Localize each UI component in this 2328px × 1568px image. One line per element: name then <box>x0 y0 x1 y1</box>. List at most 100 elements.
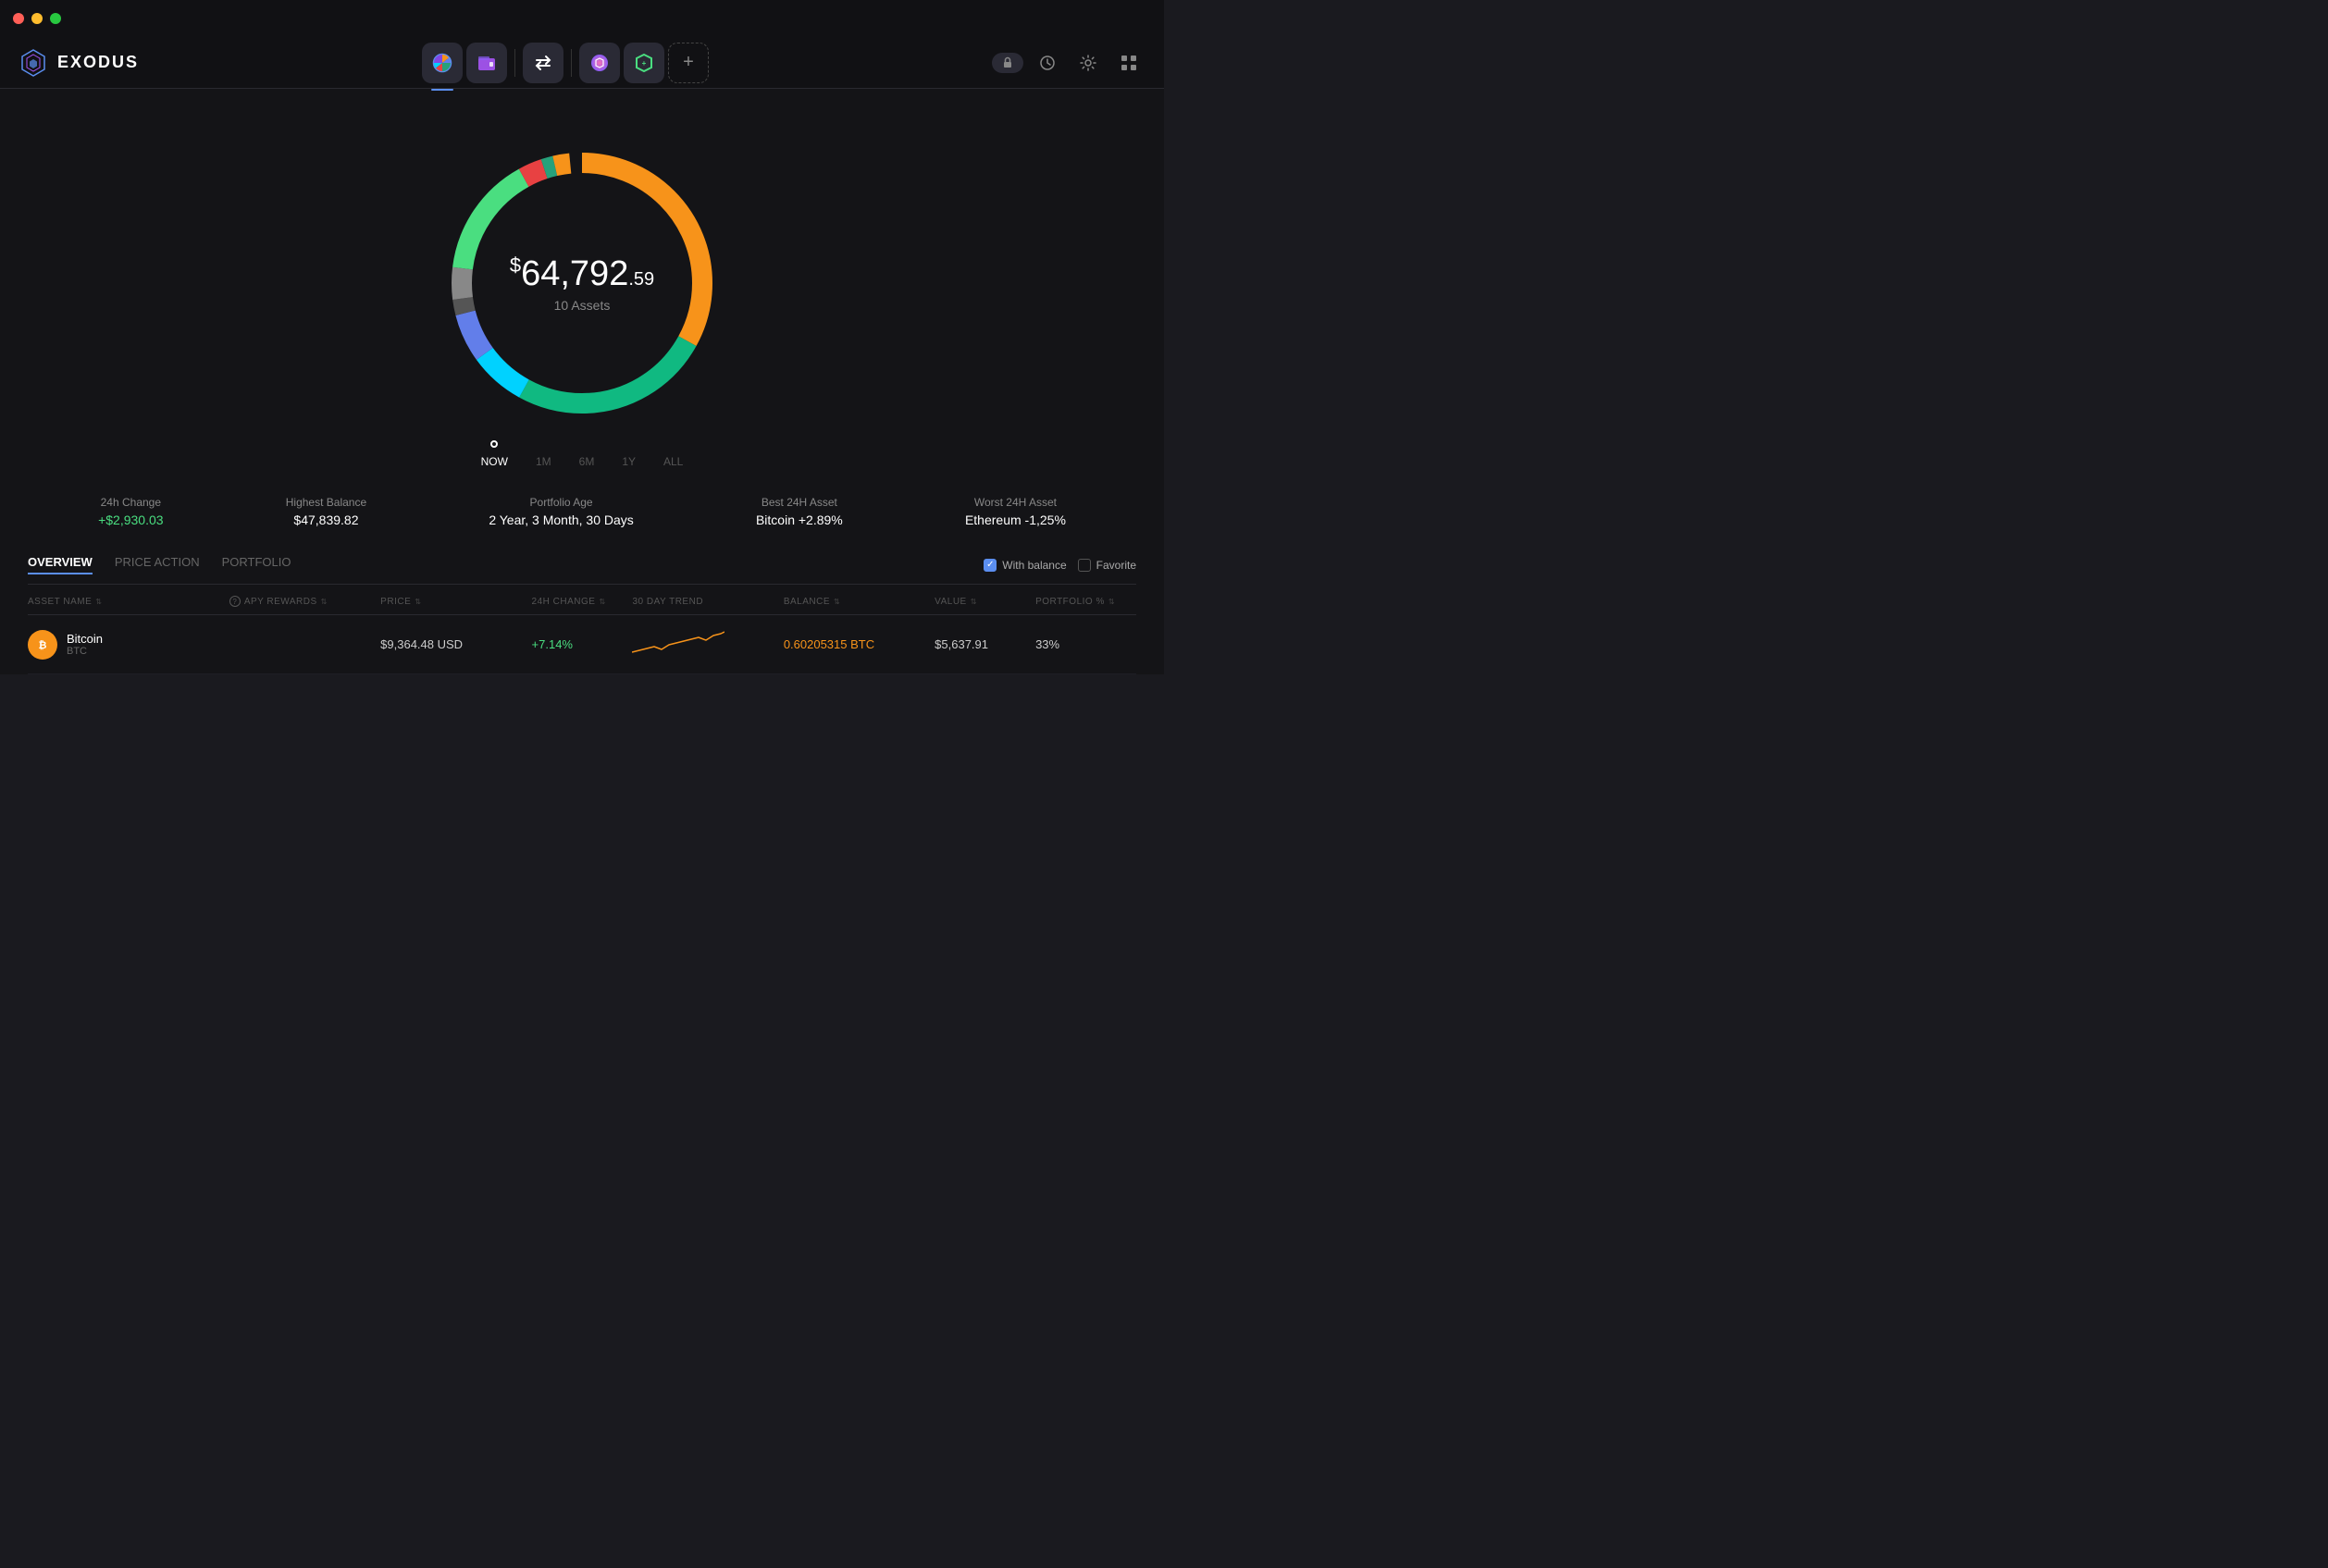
table-header: ASSET NAME ⇅ ? APY REWARDS ⇅ PRICE ⇅ 24H… <box>28 588 1136 615</box>
earn-icon: + <box>634 53 654 73</box>
assets-count: 10 Assets <box>510 298 654 313</box>
apps-btn[interactable] <box>1112 46 1145 80</box>
th-asset-name[interactable]: ASSET NAME ⇅ <box>28 596 229 607</box>
stat-label-24h: 24h Change <box>98 496 163 509</box>
btc-trend <box>632 626 783 662</box>
donut-chart: $64,792.59 10 Assets <box>425 126 739 440</box>
th-value[interactable]: VALUE ⇅ <box>935 596 1035 607</box>
stat-value-age: 2 Year, 3 Month, 30 Days <box>489 512 633 527</box>
tabs-row: OVERVIEW PRICE ACTION PORTFOLIO ✓ With b… <box>28 555 1136 585</box>
stat-value-best: Bitcoin +2.89% <box>756 512 843 527</box>
stat-value-highest: $47,839.82 <box>286 512 366 527</box>
sort-icon-change: ⇅ <box>599 598 605 606</box>
asset-name-cell: Bitcoin BTC <box>67 632 103 657</box>
th-apy-rewards[interactable]: ? APY REWARDS ⇅ <box>229 596 380 607</box>
tab-portfolio[interactable]: PORTFOLIO <box>222 555 291 574</box>
with-balance-checkbox[interactable]: ✓ <box>984 559 997 572</box>
nav-center: + + <box>422 43 709 83</box>
nft-icon <box>589 53 610 73</box>
btc-price: $9,364.48 USD <box>380 637 531 651</box>
tab-overview[interactable]: OVERVIEW <box>28 555 93 574</box>
main-content: $64,792.59 10 Assets NOW 1M 6M 1Y ALL <box>0 89 1164 674</box>
sort-icon-balance: ⇅ <box>834 598 840 606</box>
nav-divider <box>514 49 515 77</box>
stat-label-best: Best 24H Asset <box>756 496 843 509</box>
nav-earn-btn[interactable]: + <box>624 43 664 83</box>
timeline-all[interactable]: ALL <box>663 455 683 468</box>
gear-icon <box>1080 55 1096 71</box>
btc-name: Bitcoin <box>67 632 103 646</box>
minimize-dot[interactable] <box>31 13 43 24</box>
lock-toggle[interactable] <box>992 53 1023 73</box>
sort-icon-apy: ⇅ <box>321 598 328 606</box>
btc-portfolio: 33% <box>1035 637 1136 651</box>
filter-with-balance[interactable]: ✓ With balance <box>984 559 1066 572</box>
settings-btn[interactable] <box>1071 46 1105 80</box>
history-btn[interactable] <box>1031 46 1064 80</box>
stats-row: 24h Change +$2,930.03 Highest Balance $4… <box>0 477 1164 546</box>
table-row[interactable]: ₿ Bitcoin BTC $9,364.48 USD +7.14% 0.602… <box>28 615 1136 674</box>
stat-best-asset: Best 24H Asset Bitcoin +2.89% <box>756 496 843 527</box>
nav-nft-btn[interactable] <box>579 43 620 83</box>
amount-main: 64,792 <box>521 254 628 293</box>
th-24h-change[interactable]: 24H CHANGE ⇅ <box>532 596 633 607</box>
logo: EXODUS <box>19 48 139 78</box>
btc-change: +7.14% <box>532 637 633 651</box>
add-icon: + <box>683 52 694 73</box>
amount-cents: .59 <box>628 269 654 290</box>
tabs-right: ✓ With balance Favorite <box>984 559 1136 572</box>
info-icon: ? <box>229 596 241 607</box>
th-balance[interactable]: BALANCE ⇅ <box>784 596 935 607</box>
grid-icon <box>1121 55 1137 71</box>
th-price[interactable]: PRICE ⇅ <box>380 596 531 607</box>
nav-right <box>992 46 1145 80</box>
nav-portfolio-btn[interactable] <box>422 43 463 83</box>
svg-text:+: + <box>642 59 647 68</box>
filter-favorite-label: Favorite <box>1096 559 1136 572</box>
exchange-icon <box>533 53 553 73</box>
timeline-now[interactable]: NOW <box>481 455 508 468</box>
tab-price-action[interactable]: PRICE ACTION <box>115 555 200 574</box>
timeline-1m[interactable]: 1M <box>536 455 551 468</box>
btc-icon: ₿ <box>28 630 57 660</box>
nav-exchange-btn[interactable] <box>523 43 563 83</box>
stat-value-24h: +$2,930.03 <box>98 512 163 527</box>
tabs-left: OVERVIEW PRICE ACTION PORTFOLIO <box>28 555 291 574</box>
donut-center: $64,792.59 10 Assets <box>510 253 654 313</box>
stat-highest-balance: Highest Balance $47,839.82 <box>286 496 366 527</box>
nav-add-btn[interactable]: + <box>668 43 709 83</box>
wallet-icon <box>477 53 497 73</box>
timeline: NOW 1M 6M 1Y ALL <box>481 455 684 468</box>
stat-24h-change: 24h Change +$2,930.03 <box>98 496 163 527</box>
favorite-checkbox[interactable] <box>1078 559 1091 572</box>
nav-divider-2 <box>571 49 572 77</box>
filter-favorite[interactable]: Favorite <box>1078 559 1136 572</box>
svg-text:₿: ₿ <box>39 640 47 651</box>
portfolio-icon <box>432 53 452 73</box>
close-dot[interactable] <box>13 13 24 24</box>
portfolio-section: $64,792.59 10 Assets NOW 1M 6M 1Y ALL <box>0 107 1164 555</box>
timeline-1y[interactable]: 1Y <box>622 455 636 468</box>
timeline-dot <box>490 440 498 448</box>
btc-ticker: BTC <box>67 646 103 657</box>
sort-icon-portfolio: ⇅ <box>1108 598 1115 606</box>
stat-label-highest: Highest Balance <box>286 496 366 509</box>
history-icon <box>1039 55 1056 71</box>
th-portfolio[interactable]: PORTFOLIO % ⇅ <box>1035 596 1136 607</box>
btc-balance: 0.60205315 BTC <box>784 637 935 651</box>
stat-label-age: Portfolio Age <box>489 496 633 509</box>
titlebar <box>0 0 1164 37</box>
timeline-6m[interactable]: 6M <box>579 455 595 468</box>
stat-portfolio-age: Portfolio Age 2 Year, 3 Month, 30 Days <box>489 496 633 527</box>
nav-wallet-btn[interactable] <box>466 43 507 83</box>
portfolio-amount: $64,792.59 <box>510 253 654 294</box>
btc-value: $5,637.91 <box>935 637 1035 651</box>
th-30day-trend: 30 DAY TREND <box>632 596 783 607</box>
stat-label-worst: Worst 24H Asset <box>965 496 1066 509</box>
maximize-dot[interactable] <box>50 13 61 24</box>
btc-sparkline <box>632 626 724 660</box>
stat-worst-asset: Worst 24H Asset Ethereum -1,25% <box>965 496 1066 527</box>
currency-symbol: $ <box>510 253 521 277</box>
table-section: OVERVIEW PRICE ACTION PORTFOLIO ✓ With b… <box>0 555 1164 674</box>
sort-icon-value: ⇅ <box>971 598 977 606</box>
